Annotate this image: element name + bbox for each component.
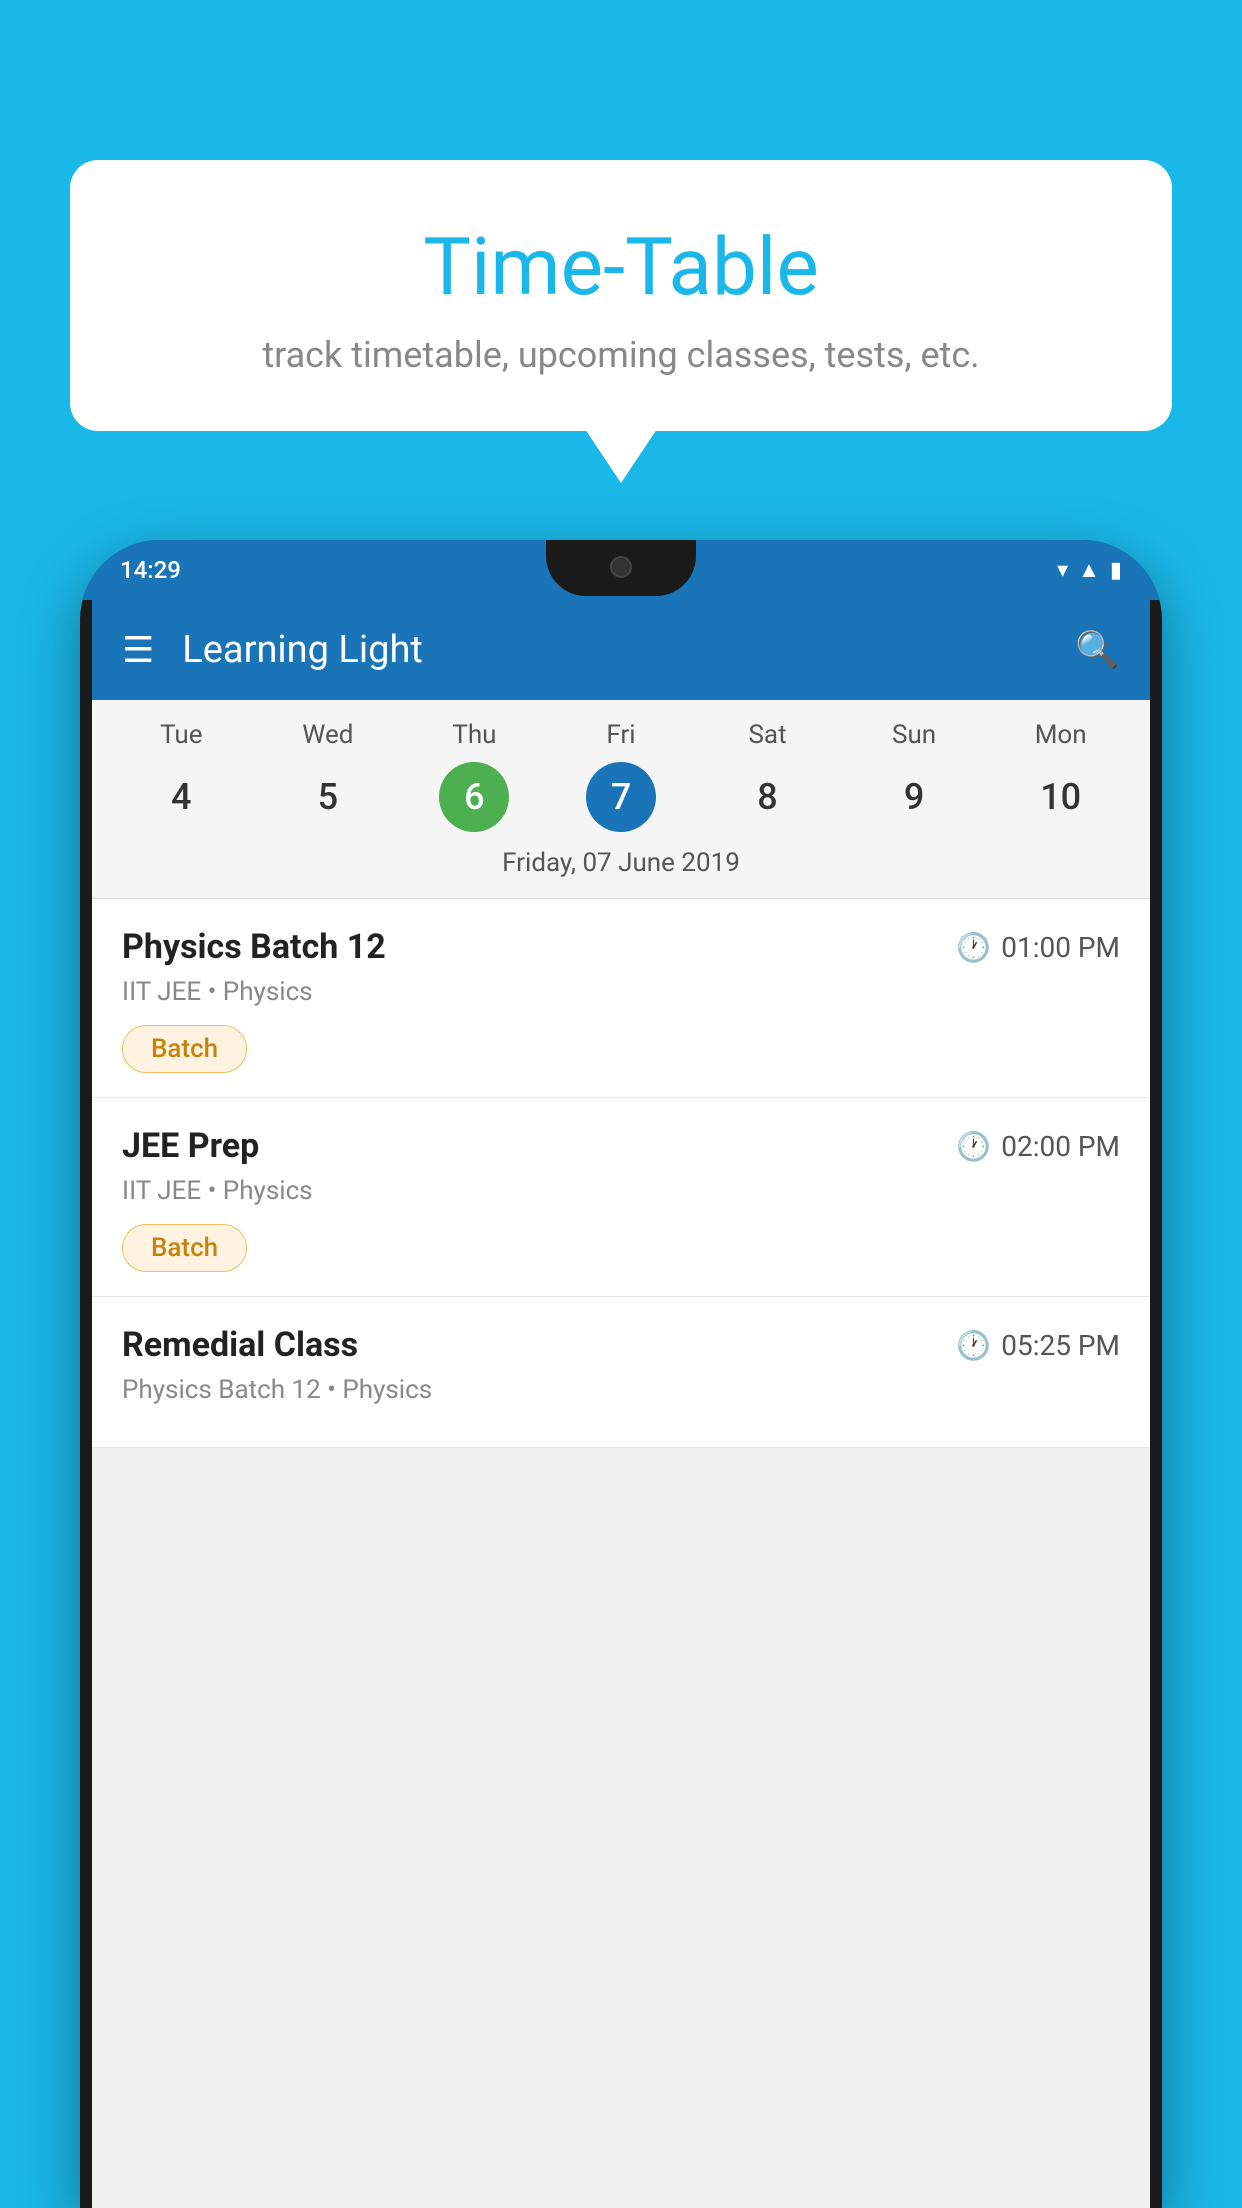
camera [610,556,632,578]
day-number[interactable]: 9 [879,762,949,832]
schedule-time: 🕐 05:25 PM [956,1329,1120,1362]
calendar-area: Tue 4 Wed 5 Thu 6 Fri 7 Sat 8 Sun 9 Mon 10 Friday, 07… [92,700,1150,899]
schedule-time: 🕐 01:00 PM [956,931,1120,964]
schedule-title: Physics Batch 12 [122,927,386,967]
day-label: Tue [160,720,202,750]
day-label: Fri [606,720,635,750]
day-label: Sat [748,720,786,750]
selected-date-label: Friday, 07 June 2019 [92,832,1150,899]
schedule-subtitle: IIT JEE • Physics [122,977,1120,1007]
day-col[interactable]: Mon 10 [1026,720,1096,832]
phone-frame: 14:29 ▾ ▲ ▮ ☰ Learning Light 🔍 Tue4Wed5T… [80,540,1162,2208]
day-number[interactable]: 10 [1026,762,1096,832]
days-row: Tue 4 Wed 5 Thu 6 Fri 7 Sat 8 Sun 9 Mon 10 [92,720,1150,832]
schedule-subtitle: IIT JEE • Physics [122,1176,1120,1206]
schedule-item-header: Physics Batch 12 🕐 01:00 PM [122,927,1120,967]
schedule-item[interactable]: Physics Batch 12 🕐 01:00 PM IIT JEE • Ph… [92,899,1150,1098]
day-col[interactable]: Tue 4 [146,720,216,832]
schedule-item-header: Remedial Class 🕐 05:25 PM [122,1325,1120,1365]
batch-tag: Batch [122,1224,247,1272]
schedule-time: 🕐 02:00 PM [956,1130,1120,1163]
status-time: 14:29 [120,556,181,584]
schedule-item[interactable]: Remedial Class 🕐 05:25 PM Physics Batch … [92,1297,1150,1448]
clock-icon: 🕐 [956,1329,991,1362]
page-title: Time-Table [110,220,1132,314]
batch-tag: Batch [122,1025,247,1073]
day-label: Thu [452,720,496,750]
battery-icon: ▮ [1110,558,1122,583]
clock-icon: 🕐 [956,931,991,964]
day-col[interactable]: Sun 9 [879,720,949,832]
day-col[interactable]: Fri 7 [586,720,656,832]
clock-icon: 🕐 [956,1130,991,1163]
schedule-title: JEE Prep [122,1126,259,1166]
speech-bubble: Time-Table track timetable, upcoming cla… [70,160,1172,431]
day-col[interactable]: Sat 8 [733,720,803,832]
day-label: Wed [302,720,353,750]
schedule-item[interactable]: JEE Prep 🕐 02:00 PM IIT JEE • Physics Ba… [92,1098,1150,1297]
status-icons: ▾ ▲ ▮ [1057,557,1122,583]
search-icon[interactable]: 🔍 [1075,629,1120,671]
schedule-subtitle: Physics Batch 12 • Physics [122,1375,1120,1405]
status-bar: 14:29 ▾ ▲ ▮ [80,540,1162,600]
menu-icon[interactable]: ☰ [122,632,154,668]
page-subtitle: track timetable, upcoming classes, tests… [110,334,1132,376]
schedule-item-header: JEE Prep 🕐 02:00 PM [122,1126,1120,1166]
app-bar: ☰ Learning Light 🔍 [92,600,1150,700]
day-number[interactable]: 4 [146,762,216,832]
day-number[interactable]: 8 [733,762,803,832]
schedule-list: Physics Batch 12 🕐 01:00 PM IIT JEE • Ph… [92,899,1150,1448]
day-number[interactable]: 6 [439,762,509,832]
day-col[interactable]: Thu 6 [439,720,509,832]
day-col[interactable]: Wed 5 [293,720,363,832]
schedule-title: Remedial Class [122,1325,358,1365]
signal-icon: ▲ [1078,557,1100,583]
day-label: Mon [1035,720,1087,750]
phone-screen: ☰ Learning Light 🔍 Tue4Wed5Thu6Fri7Sat8S… [92,600,1150,2208]
day-label: Sun [892,720,936,750]
day-number[interactable]: 5 [293,762,363,832]
wifi-icon: ▾ [1057,558,1068,583]
day-number[interactable]: 7 [586,762,656,832]
app-title: Learning Light [182,628,1075,672]
